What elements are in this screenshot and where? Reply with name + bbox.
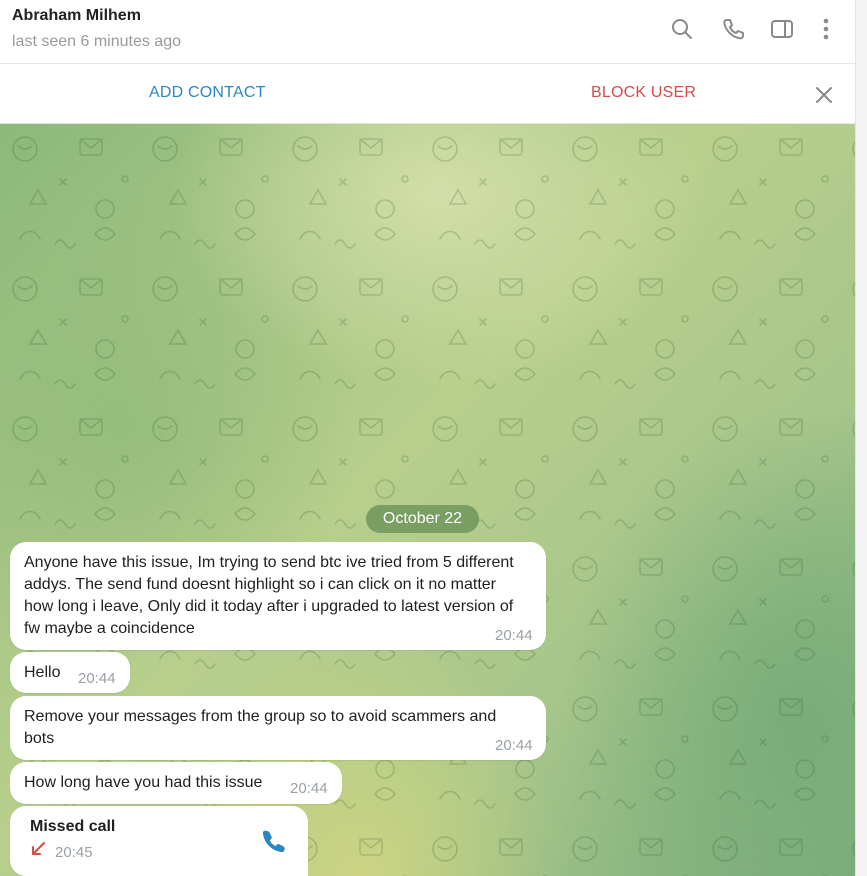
message-time: 20:44 xyxy=(495,627,533,644)
sidebar-toggle-icon[interactable] xyxy=(769,16,795,42)
message-bubble[interactable]: Remove your messages from the group so t… xyxy=(10,696,546,760)
window-edge xyxy=(855,0,867,876)
phone-icon[interactable] xyxy=(720,16,746,42)
message-bubble[interactable]: How long have you had this issue 20:44 xyxy=(10,762,342,804)
contact-action-bar: ADD CONTACT BLOCK USER xyxy=(0,64,856,124)
message-text: Anyone have this issue, Im trying to sen… xyxy=(24,554,514,637)
message-time: 20:44 xyxy=(290,780,328,797)
block-user-button[interactable]: BLOCK USER xyxy=(591,84,696,102)
message-time: 20:44 xyxy=(495,737,533,754)
missed-call-time: 20:45 xyxy=(55,844,93,861)
message-text: Hello xyxy=(24,664,61,681)
chat-header: Abraham Milhem last seen 6 minutes ago xyxy=(0,0,856,64)
search-icon[interactable] xyxy=(669,16,695,42)
missed-call-title: Missed call xyxy=(30,818,116,835)
missed-call-arrow-icon xyxy=(30,841,46,857)
more-vertical-icon[interactable] xyxy=(813,16,839,42)
chat-background: October 22 Anyone have this issue, Im tr… xyxy=(0,124,856,876)
message-time: 20:44 xyxy=(78,670,116,687)
message-bubble[interactable]: Hello 20:44 xyxy=(10,652,130,693)
close-icon[interactable] xyxy=(813,84,835,106)
add-contact-button[interactable]: ADD CONTACT xyxy=(149,84,266,102)
message-text: How long have you had this issue xyxy=(24,774,263,791)
last-seen-status: last seen 6 minutes ago xyxy=(12,33,181,50)
date-separator: October 22 xyxy=(366,505,479,533)
message-bubble[interactable]: Anyone have this issue, Im trying to sen… xyxy=(10,542,546,650)
phone-icon[interactable] xyxy=(260,828,286,854)
missed-call-bubble[interactable]: Missed call 20:45 xyxy=(10,806,308,876)
contact-name[interactable]: Abraham Milhem xyxy=(12,7,141,25)
message-text: Remove your messages from the group so t… xyxy=(24,708,497,747)
